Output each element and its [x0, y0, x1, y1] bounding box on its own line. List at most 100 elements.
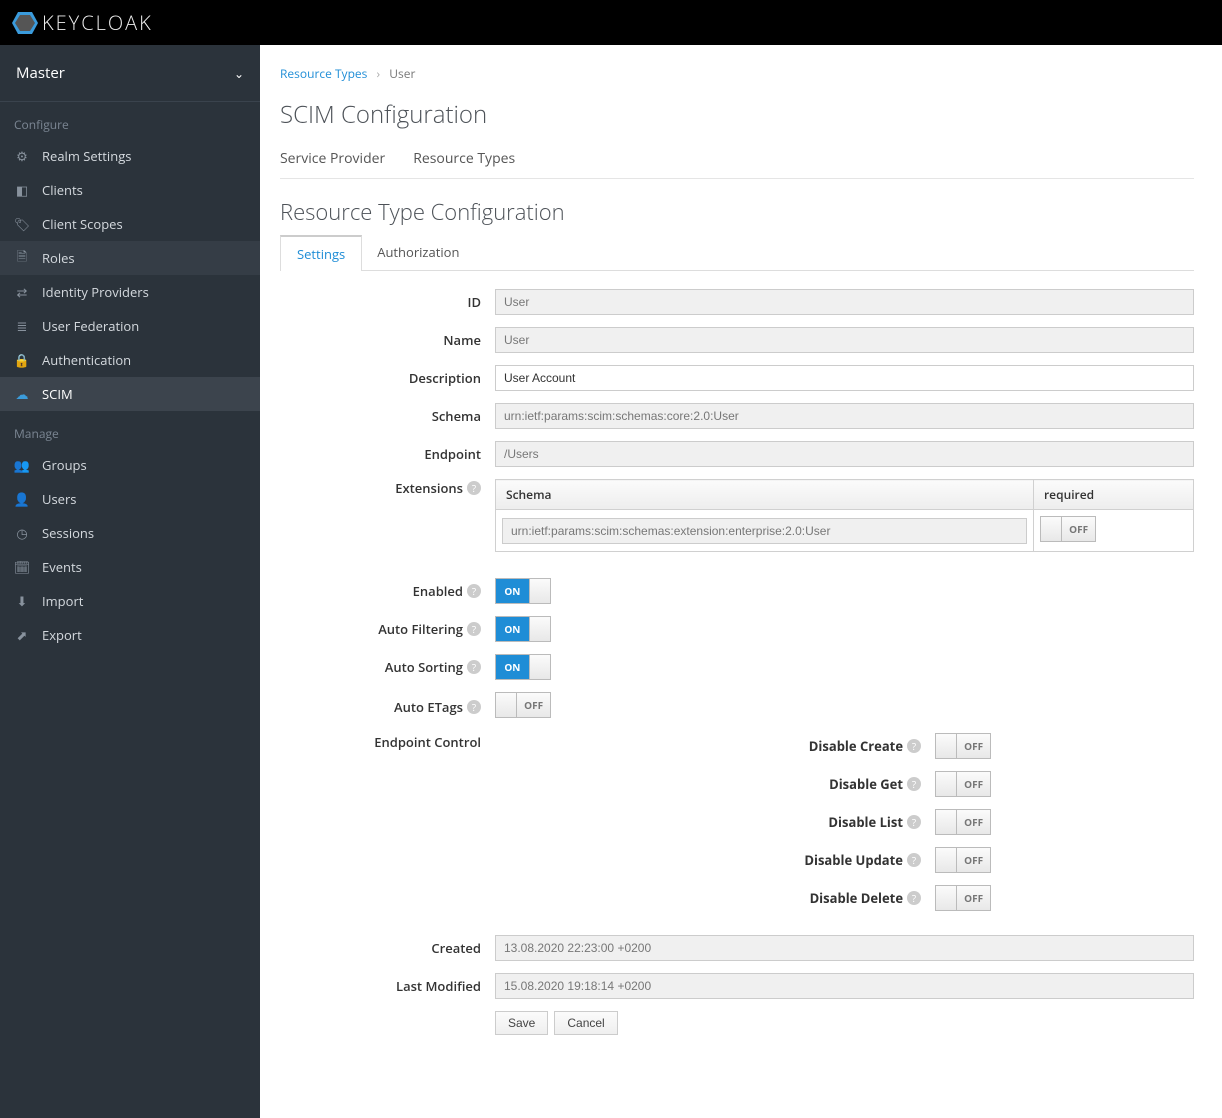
subtabs: Service Provider Resource Types [280, 141, 1194, 179]
sidebar: Master ⌄ Configure ⚙ Realm Settings ◧Clie… [0, 45, 260, 1118]
cube-icon: ◧ [14, 182, 30, 198]
sidebar-item-label: Realm Settings [42, 147, 131, 165]
sidebar-item-events[interactable]: 🗓Events [0, 550, 260, 584]
export-icon: ⬈ [14, 627, 30, 643]
file-icon: 🗎 [14, 250, 30, 266]
sidebar-item-identity-providers[interactable]: ⇄ Identity Providers [0, 275, 260, 309]
sidebar-item-label: Identity Providers [42, 283, 149, 301]
toggle-on-label: ON [496, 655, 529, 679]
exchange-icon: ⇄ [14, 284, 30, 300]
label-disable-get: Disable Get [829, 775, 903, 793]
sidebar-item-label: Roles [42, 249, 75, 267]
sliders-icon: ⚙ [14, 148, 30, 164]
help-icon[interactable]: ? [467, 481, 481, 495]
section-label-manage: Manage [0, 411, 260, 448]
help-icon[interactable]: ? [907, 815, 921, 829]
toggle-off-label: OFF [957, 886, 990, 910]
description-field[interactable] [495, 365, 1194, 391]
label-auto-etags: Auto ETags [394, 698, 463, 716]
endpoint-field [495, 441, 1194, 467]
sidebar-item-label: Authentication [42, 351, 131, 369]
sidebar-item-clients[interactable]: ◧Clients [0, 173, 260, 207]
auto-etags-toggle[interactable]: OFF [495, 692, 551, 718]
brand-logo[interactable]: KEYCLOAK [12, 9, 153, 36]
label-disable-update: Disable Update [804, 851, 903, 869]
sidebar-item-label: Import [42, 592, 83, 610]
sidebar-item-export[interactable]: ⬈Export [0, 618, 260, 652]
tags-icon: 🏷 [14, 216, 30, 232]
ext-header-schema: Schema [496, 480, 1034, 510]
label-last-modified: Last Modified [396, 977, 481, 995]
enabled-toggle[interactable]: ON [495, 578, 551, 604]
last-modified-field [495, 973, 1194, 999]
keycloak-logo-icon [12, 12, 38, 34]
table-row: OFF [496, 510, 1194, 552]
brand-text: KEYCLOAK [42, 9, 153, 36]
sidebar-item-authentication[interactable]: 🔒Authentication [0, 343, 260, 377]
calendar-icon: 🗓 [14, 559, 30, 575]
sidebar-item-sessions[interactable]: ◷ Sessions [0, 516, 260, 550]
breadcrumb: Resource Types › User [280, 65, 1194, 82]
label-description: Description [409, 369, 481, 387]
label-disable-delete: Disable Delete [810, 889, 903, 907]
section-label-configure: Configure [0, 102, 260, 139]
help-icon[interactable]: ? [907, 891, 921, 905]
disable-delete-toggle[interactable]: OFF [935, 885, 991, 911]
sidebar-item-groups[interactable]: 👥Groups [0, 448, 260, 482]
sidebar-item-scim[interactable]: ☁SCIM [0, 377, 260, 411]
sidebar-item-label: User Federation [42, 317, 139, 335]
help-icon[interactable]: ? [907, 739, 921, 753]
toggle-knob [936, 772, 957, 796]
realm-name: Master [16, 63, 65, 83]
help-icon[interactable]: ? [467, 584, 481, 598]
realm-selector[interactable]: Master ⌄ [0, 45, 260, 101]
toggle-knob [496, 693, 517, 717]
sidebar-item-roles[interactable]: 🗎 Roles [0, 241, 260, 275]
sidebar-item-realm-settings[interactable]: ⚙ Realm Settings [0, 139, 260, 173]
tabs: Settings Authorization [280, 235, 1194, 271]
save-button[interactable]: Save [495, 1011, 548, 1035]
user-icon: 👤 [14, 491, 30, 507]
help-icon[interactable]: ? [467, 660, 481, 674]
label-extensions: Extensions [395, 479, 463, 497]
help-icon[interactable]: ? [467, 700, 481, 714]
breadcrumb-root[interactable]: Resource Types [280, 65, 367, 82]
sidebar-item-users[interactable]: 👤 Users [0, 482, 260, 516]
page-title: SCIM Configuration [280, 98, 1194, 131]
subtab-service-provider[interactable]: Service Provider [280, 141, 385, 178]
breadcrumb-current: User [389, 65, 415, 82]
sidebar-item-label: Users [42, 490, 76, 508]
name-field [495, 327, 1194, 353]
ext-required-toggle[interactable]: OFF [1040, 516, 1096, 542]
cancel-button[interactable]: Cancel [554, 1011, 617, 1035]
disable-update-toggle[interactable]: OFF [935, 847, 991, 873]
tab-settings[interactable]: Settings [280, 235, 362, 271]
help-icon[interactable]: ? [907, 853, 921, 867]
sidebar-item-label: Sessions [42, 524, 94, 542]
auto-sorting-toggle[interactable]: ON [495, 654, 551, 680]
import-icon: ⬇ [14, 593, 30, 609]
help-icon[interactable]: ? [907, 777, 921, 791]
label-enabled: Enabled [413, 582, 463, 600]
toggle-knob [529, 617, 550, 641]
group-icon: 👥 [14, 457, 30, 473]
section-title: Resource Type Configuration [280, 197, 1194, 227]
toggle-knob [936, 886, 957, 910]
topbar: KEYCLOAK [0, 0, 1222, 45]
disable-create-toggle[interactable]: OFF [935, 733, 991, 759]
disable-get-toggle[interactable]: OFF [935, 771, 991, 797]
label-disable-create: Disable Create [809, 737, 903, 755]
toggle-knob [936, 810, 957, 834]
auto-filtering-toggle[interactable]: ON [495, 616, 551, 642]
clock-icon: ◷ [14, 525, 30, 541]
help-icon[interactable]: ? [467, 622, 481, 636]
label-id: ID [468, 293, 482, 311]
sidebar-item-client-scopes[interactable]: 🏷Client Scopes [0, 207, 260, 241]
sidebar-item-user-federation[interactable]: ≣ User Federation [0, 309, 260, 343]
disable-list-toggle[interactable]: OFF [935, 809, 991, 835]
database-icon: ≣ [14, 318, 30, 334]
label-auto-sorting: Auto Sorting [385, 658, 463, 676]
tab-authorization[interactable]: Authorization [361, 235, 475, 271]
subtab-resource-types[interactable]: Resource Types [413, 141, 515, 178]
sidebar-item-import[interactable]: ⬇ Import [0, 584, 260, 618]
